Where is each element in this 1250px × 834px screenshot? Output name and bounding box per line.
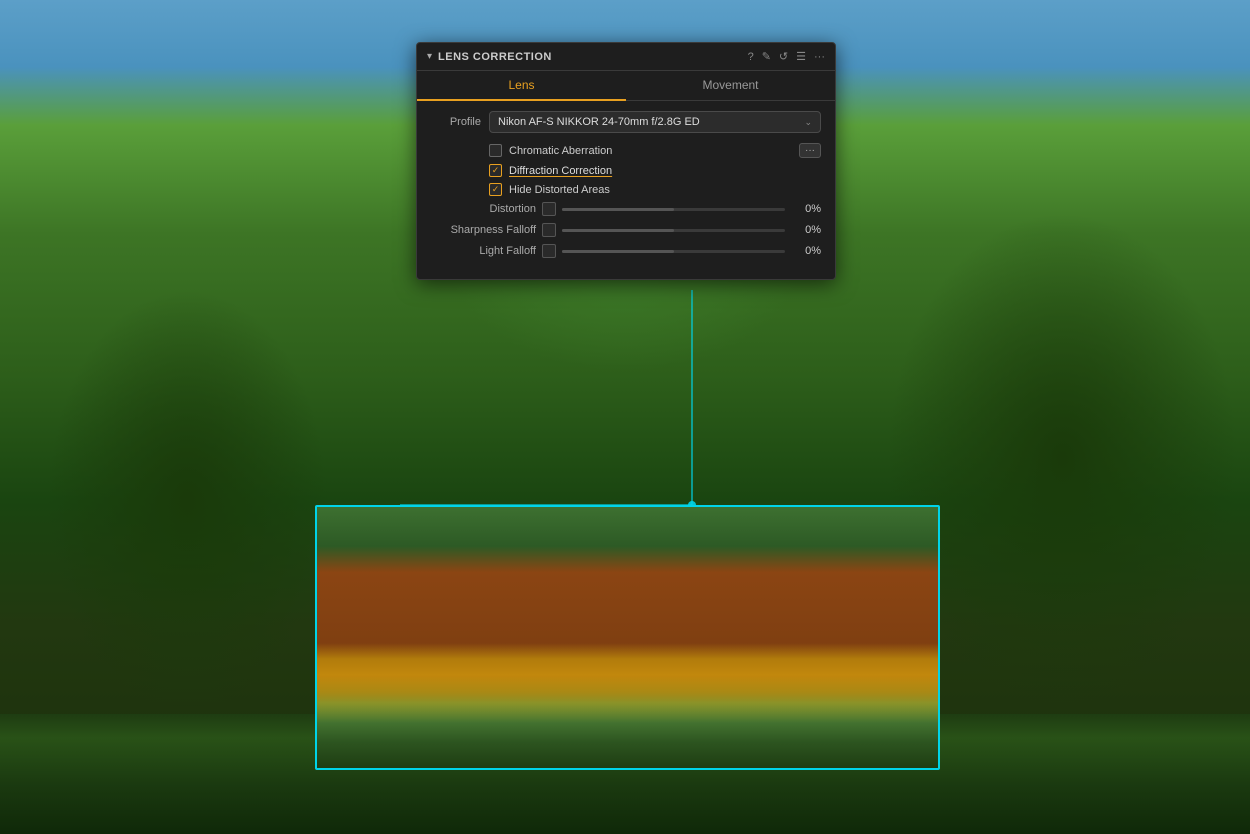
distortion-slider[interactable] bbox=[562, 208, 785, 211]
chromatic-aberration-row: Chromatic Aberration ··· bbox=[431, 143, 821, 158]
more-icon[interactable]: ··· bbox=[814, 51, 825, 63]
panel-title-row: ▾ LENS CORRECTION bbox=[427, 51, 552, 63]
light-falloff-value: 0% bbox=[791, 245, 821, 257]
distortion-reset-button[interactable] bbox=[542, 202, 556, 216]
diffraction-correction-checkbox[interactable] bbox=[489, 164, 502, 177]
distortion-row: Distortion 0% bbox=[431, 202, 821, 216]
panel-header: ▾ LENS CORRECTION ? ✎ ↺ ☰ ··· bbox=[417, 43, 835, 71]
sharpness-falloff-reset-button[interactable] bbox=[542, 223, 556, 237]
umbrellas bbox=[317, 643, 938, 723]
chromatic-aberration-checkbox[interactable] bbox=[489, 144, 502, 157]
light-falloff-slider[interactable] bbox=[562, 250, 785, 253]
diffraction-correction-row: Diffraction Correction bbox=[431, 164, 821, 177]
sharpness-falloff-row: Sharpness Falloff 0% bbox=[431, 223, 821, 237]
edit-icon[interactable]: ✎ bbox=[762, 50, 771, 63]
panel-title: LENS CORRECTION bbox=[438, 51, 552, 63]
panel-content: Profile Nikon AF-S NIKKOR 24-70mm f/2.8G… bbox=[417, 101, 835, 279]
chromatic-aberration-label: Chromatic Aberration bbox=[509, 145, 612, 157]
profile-dropdown[interactable]: Nikon AF-S NIKKOR 24-70mm f/2.8G ED ⌄ bbox=[489, 111, 821, 133]
hide-distorted-areas-label: Hide Distorted Areas bbox=[509, 184, 610, 196]
light-falloff-fill bbox=[562, 250, 674, 253]
diffraction-correction-label: Diffraction Correction bbox=[509, 165, 612, 177]
hide-distorted-areas-checkbox[interactable] bbox=[489, 183, 502, 196]
light-falloff-reset-button[interactable] bbox=[542, 244, 556, 258]
tab-bar: Lens Movement bbox=[417, 71, 835, 101]
light-falloff-row: Light Falloff 0% bbox=[431, 244, 821, 258]
tab-lens[interactable]: Lens bbox=[417, 71, 626, 101]
help-icon[interactable]: ? bbox=[748, 51, 754, 63]
lens-correction-panel: ▾ LENS CORRECTION ? ✎ ↺ ☰ ··· Lens Movem… bbox=[416, 42, 836, 280]
zoom-scene bbox=[317, 507, 938, 768]
panel-icons: ? ✎ ↺ ☰ ··· bbox=[748, 50, 825, 63]
zoom-preview-box bbox=[315, 505, 940, 770]
profile-row: Profile Nikon AF-S NIKKOR 24-70mm f/2.8G… bbox=[431, 111, 821, 133]
sharpness-falloff-label: Sharpness Falloff bbox=[431, 224, 536, 236]
sharpness-falloff-fill bbox=[562, 229, 674, 232]
distortion-value: 0% bbox=[791, 203, 821, 215]
collapse-icon[interactable]: ▾ bbox=[427, 51, 432, 62]
distortion-fill bbox=[562, 208, 674, 211]
tab-movement[interactable]: Movement bbox=[626, 71, 835, 101]
light-falloff-label: Light Falloff bbox=[431, 245, 536, 257]
sharpness-falloff-slider[interactable] bbox=[562, 229, 785, 232]
sharpness-falloff-value: 0% bbox=[791, 224, 821, 236]
chromatic-aberration-more-button[interactable]: ··· bbox=[799, 143, 821, 158]
profile-value: Nikon AF-S NIKKOR 24-70mm f/2.8G ED bbox=[498, 116, 700, 128]
menu-icon[interactable]: ☰ bbox=[796, 50, 806, 63]
hide-distorted-areas-row: Hide Distorted Areas bbox=[431, 183, 821, 196]
profile-label: Profile bbox=[431, 116, 481, 128]
distortion-label: Distortion bbox=[431, 203, 536, 215]
reset-icon[interactable]: ↺ bbox=[779, 50, 788, 63]
dropdown-arrow-icon: ⌄ bbox=[804, 117, 812, 128]
